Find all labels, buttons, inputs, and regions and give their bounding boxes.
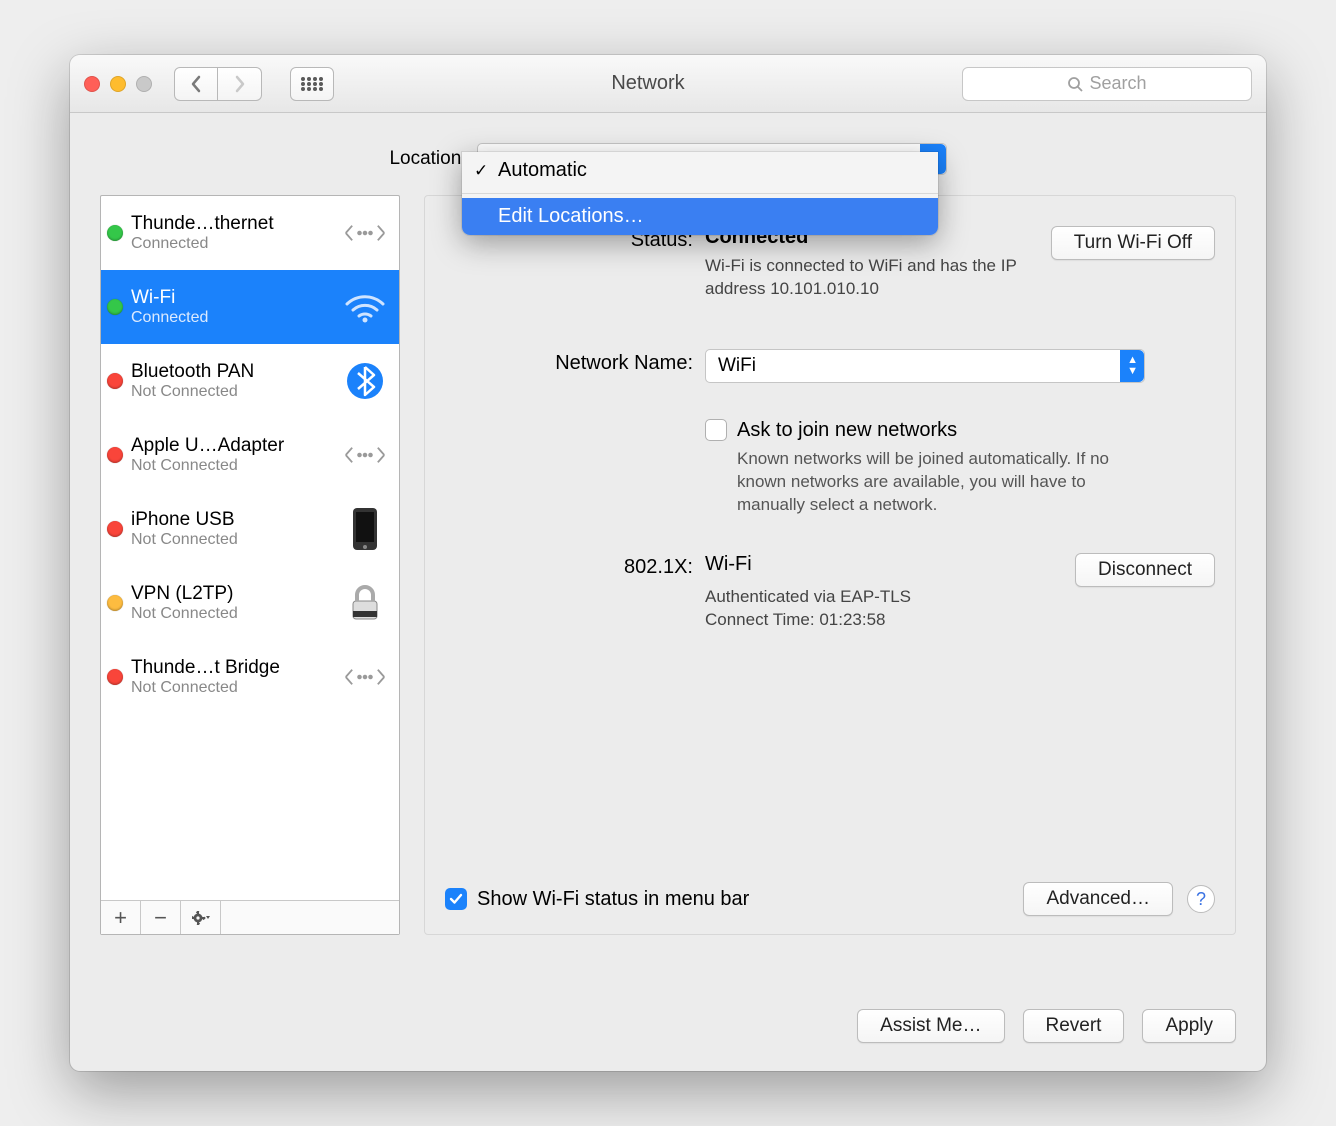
show-all-button[interactable]: [290, 67, 334, 101]
lock-icon: [343, 581, 387, 625]
location-option-label: Edit Locations…: [498, 205, 644, 227]
ask-join-label: Ask to join new networks: [737, 419, 957, 442]
check-icon: ✓: [474, 161, 488, 181]
show-status-label: Show Wi-Fi status in menu bar: [477, 888, 749, 911]
service-name: Wi-Fi: [131, 287, 343, 309]
dropdown-separator: [462, 193, 938, 194]
zoom-icon[interactable]: [136, 76, 152, 92]
status-dot: [107, 299, 123, 315]
service-status: Connected: [131, 235, 343, 253]
service-name: iPhone USB: [131, 509, 343, 531]
dot1x-label: 802.1X:: [445, 553, 705, 632]
show-status-row[interactable]: Show Wi-Fi status in menu bar: [445, 888, 1023, 911]
status-dot: [107, 447, 123, 463]
sidebar-footer-spacer: [221, 901, 399, 934]
ethernet-icon: [343, 433, 387, 477]
turn-wifi-off-button[interactable]: Turn Wi-Fi Off: [1051, 226, 1215, 260]
network-name-select[interactable]: WiFi ▲▼: [705, 349, 1145, 383]
service-actions-button[interactable]: [181, 901, 221, 934]
disconnect-button[interactable]: Disconnect: [1075, 553, 1215, 587]
service-item[interactable]: Thunde…thernetConnected: [101, 196, 399, 270]
remove-service-button[interactable]: −: [141, 901, 181, 934]
wifi-icon: [343, 285, 387, 329]
sidebar-footer: + −: [101, 900, 399, 934]
titlebar: Network Search: [70, 55, 1266, 113]
grid-icon: [300, 76, 324, 92]
bottom-bar: Assist Me… Revert Apply: [70, 981, 1266, 1071]
gear-icon: [192, 911, 210, 925]
revert-button[interactable]: Revert: [1023, 1009, 1125, 1043]
search-icon: [1067, 76, 1083, 92]
network-prefs-window: Network Search Location: Thunde…thernetC…: [70, 55, 1266, 1071]
ethernet-icon: [343, 211, 387, 255]
forward-button[interactable]: [218, 67, 262, 101]
advanced-button[interactable]: Advanced…: [1023, 882, 1173, 916]
status-dot: [107, 595, 123, 611]
location-option-edit[interactable]: Edit Locations…: [462, 198, 938, 235]
chevron-updown-icon: ▲▼: [1127, 355, 1138, 377]
location-option-label: Automatic: [498, 159, 587, 181]
dot1x-time: Connect Time: 01:23:58: [705, 609, 1075, 632]
location-label: Location:: [389, 148, 466, 170]
assist-me-button[interactable]: Assist Me…: [857, 1009, 1004, 1043]
check-icon: [449, 893, 463, 905]
status-dot: [107, 225, 123, 241]
close-icon[interactable]: [84, 76, 100, 92]
help-button[interactable]: ?: [1187, 885, 1215, 913]
service-status: Connected: [131, 309, 343, 327]
search-input[interactable]: Search: [962, 67, 1252, 101]
ask-join-checkbox[interactable]: [705, 419, 727, 441]
service-name: Thunde…thernet: [131, 213, 343, 235]
apply-button[interactable]: Apply: [1142, 1009, 1236, 1043]
dot1x-auth: Authenticated via EAP-TLS: [705, 586, 1075, 609]
service-item[interactable]: Apple U…AdapterNot Connected: [101, 418, 399, 492]
add-service-button[interactable]: +: [101, 901, 141, 934]
bluetooth-icon: [343, 359, 387, 403]
status-desc: Wi-Fi is connected to WiFi and has the I…: [705, 255, 1051, 301]
network-name-value: WiFi: [718, 355, 756, 377]
service-item[interactable]: Wi-FiConnected: [101, 270, 399, 344]
status-label: Status:: [445, 226, 705, 301]
status-dot: [107, 373, 123, 389]
service-list: Thunde…thernetConnectedWi-FiConnectedBlu…: [101, 196, 399, 900]
location-option-automatic[interactable]: ✓ Automatic: [462, 152, 938, 189]
services-sidebar: Thunde…thernetConnectedWi-FiConnectedBlu…: [100, 195, 400, 935]
service-status: Not Connected: [131, 531, 343, 549]
ask-join-checkbox-row[interactable]: Ask to join new networks: [705, 419, 1215, 442]
service-name: Apple U…Adapter: [131, 435, 343, 457]
status-dot: [107, 669, 123, 685]
minimize-icon[interactable]: [110, 76, 126, 92]
service-item[interactable]: Bluetooth PANNot Connected: [101, 344, 399, 418]
detail-panel: Status: Connected Wi-Fi is connected to …: [424, 195, 1236, 935]
network-name-label: Network Name:: [445, 349, 705, 383]
nav-buttons: [174, 67, 262, 101]
dot1x-value: Wi-Fi: [705, 553, 1075, 576]
service-status: Not Connected: [131, 605, 343, 623]
service-item[interactable]: VPN (L2TP)Not Connected: [101, 566, 399, 640]
service-status: Not Connected: [131, 383, 343, 401]
service-item[interactable]: iPhone USBNot Connected: [101, 492, 399, 566]
service-item[interactable]: Thunde…t BridgeNot Connected: [101, 640, 399, 714]
service-status: Not Connected: [131, 679, 343, 697]
service-name: Bluetooth PAN: [131, 361, 343, 383]
back-button[interactable]: [174, 67, 218, 101]
service-name: VPN (L2TP): [131, 583, 343, 605]
service-name: Thunde…t Bridge: [131, 657, 343, 679]
status-dot: [107, 521, 123, 537]
service-status: Not Connected: [131, 457, 343, 475]
window-controls: [84, 76, 152, 92]
iphone-icon: [343, 507, 387, 551]
show-status-checkbox[interactable]: [445, 888, 467, 910]
ethernet-icon: [343, 655, 387, 699]
content: Location: Thunde…thernetConnectedWi-FiCo…: [70, 113, 1266, 981]
ask-join-desc: Known networks will be joined automatica…: [737, 448, 1157, 517]
location-dropdown: ✓ Automatic Edit Locations…: [462, 152, 938, 235]
search-placeholder: Search: [1089, 73, 1146, 94]
window-title: Network: [344, 72, 952, 95]
